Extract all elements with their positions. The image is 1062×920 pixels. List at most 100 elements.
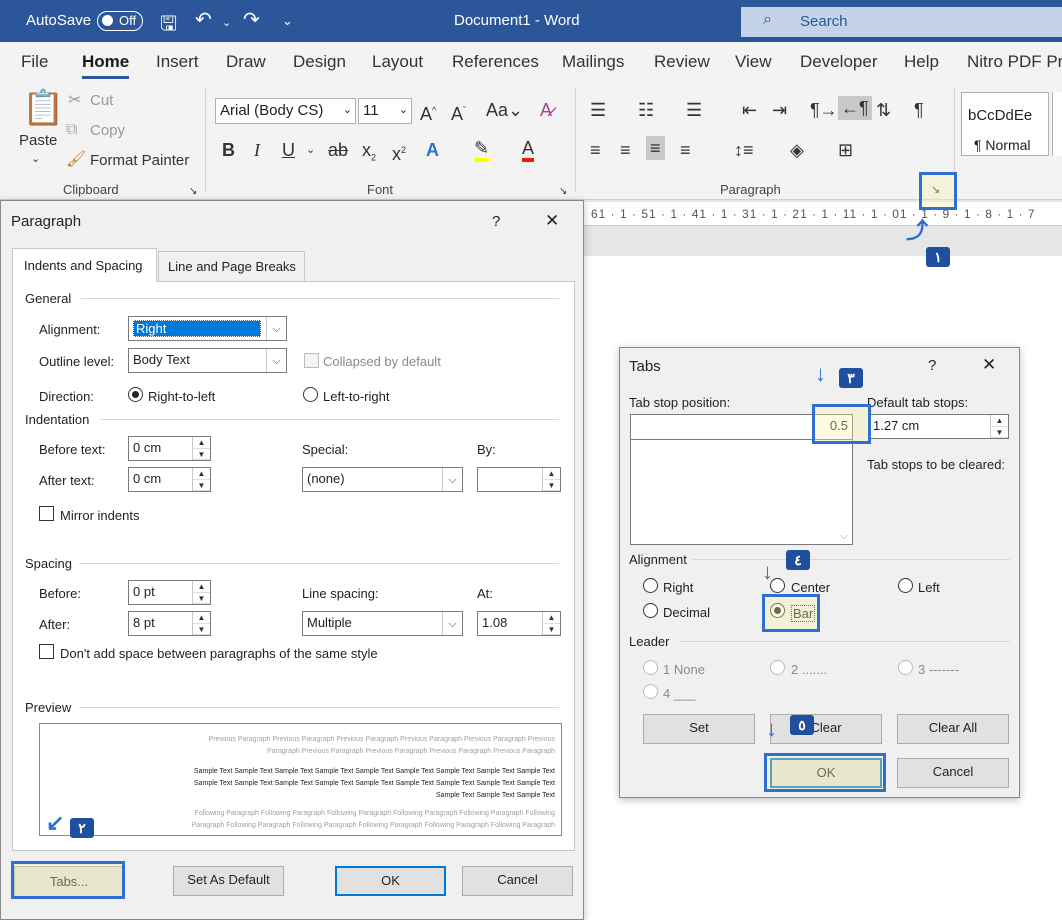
underline-icon[interactable]: U: [282, 140, 295, 160]
tab-stop-position-input[interactable]: 0.5: [630, 414, 853, 440]
close-icon[interactable]: ✕: [982, 355, 996, 375]
align-decimal-radio[interactable]: [643, 603, 658, 618]
sort-icon[interactable]: ⇅: [876, 100, 891, 120]
customize-toolbar-icon[interactable]: ⌄: [282, 13, 293, 29]
cancel-button[interactable]: Cancel: [462, 866, 573, 896]
spinner[interactable]: ▲ ▼: [192, 612, 210, 635]
line-spacing-icon[interactable]: ↕≡: [734, 140, 754, 160]
shading-icon[interactable]: ◈: [790, 140, 804, 160]
mirror-indents-checkbox[interactable]: [39, 506, 54, 521]
align-right-icon[interactable]: ≡: [646, 136, 665, 160]
tab-review[interactable]: Review: [654, 52, 710, 72]
clear-button[interactable]: Clear: [770, 714, 882, 744]
leader-dots-radio[interactable]: [770, 660, 785, 675]
rtl-direction-icon[interactable]: ←¶: [838, 96, 872, 120]
shrink-font-icon[interactable]: Aˇ: [451, 100, 466, 124]
tab-file[interactable]: File: [21, 52, 48, 72]
italic-icon[interactable]: I: [254, 140, 260, 160]
by-input[interactable]: ▲ ▼: [477, 467, 561, 492]
tab-help[interactable]: Help: [904, 52, 939, 72]
subscript-icon[interactable]: x2: [362, 140, 376, 168]
align-left-radio[interactable]: [898, 578, 913, 593]
style-normal-card[interactable]: bCcDdEe ¶ Normal: [961, 92, 1049, 156]
leader-none-radio[interactable]: [643, 660, 658, 675]
align-right-radio[interactable]: [643, 578, 658, 593]
borders-icon[interactable]: ⊞: [838, 140, 853, 160]
superscript-icon[interactable]: x2: [392, 140, 406, 164]
tab-nitro-pdf[interactable]: Nitro PDF Pr: [967, 52, 1062, 72]
font-name-combo[interactable]: Arial (Body CS) ⌄: [215, 98, 356, 124]
tab-stop-list[interactable]: ⌵: [630, 439, 853, 545]
bold-icon[interactable]: B: [222, 140, 235, 160]
tab-indents-spacing[interactable]: Indents and Spacing: [12, 248, 157, 282]
undo-icon[interactable]: ↶: [195, 7, 212, 32]
align-left-icon[interactable]: ≡: [590, 140, 601, 160]
copy-button[interactable]: Copy: [90, 122, 125, 139]
change-case-icon[interactable]: Aa⌄: [486, 100, 523, 120]
multilevel-list-icon[interactable]: ☰: [686, 100, 702, 120]
decrease-indent-icon[interactable]: ⇤: [742, 100, 757, 120]
spinner[interactable]: ▲ ▼: [542, 468, 560, 491]
tabs-cancel-button[interactable]: Cancel: [897, 758, 1009, 788]
paste-dropdown-icon[interactable]: ⌄: [31, 152, 40, 165]
rtl-radio[interactable]: [128, 387, 143, 402]
tab-design[interactable]: Design: [293, 52, 346, 72]
highlight-color-icon[interactable]: ✎: [474, 138, 490, 162]
paragraph-launcher-icon[interactable]: ↘: [931, 180, 940, 200]
before-text-input[interactable]: 0 cm ▲ ▼: [128, 436, 211, 461]
spinner[interactable]: ▲ ▼: [192, 581, 210, 604]
horizontal-ruler[interactable]: 61 · 1 · 51 · 1 · 41 · 1 · 31 · 1 · 21 ·…: [583, 202, 1062, 226]
set-as-default-button[interactable]: Set As Default: [173, 866, 284, 896]
text-effects-icon[interactable]: A: [426, 140, 439, 160]
bullets-icon[interactable]: ☰: [590, 100, 606, 120]
spinner[interactable]: ▲ ▼: [542, 612, 560, 635]
spinner[interactable]: ▲ ▼: [192, 468, 210, 491]
autosave-toggle[interactable]: Off: [97, 11, 143, 31]
clipboard-launcher-icon[interactable]: ↘: [189, 182, 197, 202]
spacing-after-input[interactable]: 8 pt ▲ ▼: [128, 611, 211, 636]
tab-layout[interactable]: Layout: [372, 52, 423, 72]
tab-view[interactable]: View: [735, 52, 772, 72]
font-launcher-icon[interactable]: ↘: [559, 182, 567, 202]
spinner[interactable]: ▲ ▼: [990, 415, 1008, 438]
clear-formatting-icon[interactable]: A̷: [540, 100, 552, 120]
show-formatting-icon[interactable]: ¶: [914, 100, 924, 120]
line-spacing-select[interactable]: Multiple ⌵: [302, 611, 463, 636]
ltr-direction-icon[interactable]: ¶→: [810, 100, 838, 120]
ok-button[interactable]: OK: [335, 866, 446, 896]
spinner[interactable]: ▲ ▼: [192, 437, 210, 460]
tab-home[interactable]: Home: [82, 52, 130, 79]
leader-dashes-radio[interactable]: [898, 660, 913, 675]
style-next-card[interactable]: [1052, 92, 1062, 156]
help-icon[interactable]: ?: [928, 357, 936, 374]
align-center-icon[interactable]: ≡: [620, 140, 631, 160]
after-text-input[interactable]: 0 cm ▲ ▼: [128, 467, 211, 492]
close-icon[interactable]: ✕: [545, 211, 559, 231]
set-button[interactable]: Set: [643, 714, 755, 744]
tab-mailings[interactable]: Mailings: [562, 52, 624, 72]
justify-icon[interactable]: ≡: [680, 140, 691, 160]
outline-level-select[interactable]: Body Text ⌵: [128, 348, 287, 373]
default-tab-stops-input[interactable]: 1.27 cm ▲ ▼: [868, 414, 1009, 439]
redo-icon[interactable]: ↷: [243, 7, 260, 32]
paste-icon[interactable]: 📋: [22, 90, 64, 126]
save-icon[interactable]: 🖫: [160, 9, 177, 43]
leader-underline-radio[interactable]: [643, 684, 658, 699]
strikethrough-icon[interactable]: ab: [328, 140, 348, 160]
font-color-icon[interactable]: A: [522, 138, 535, 162]
grow-font-icon[interactable]: A^: [420, 100, 436, 124]
tab-line-page-breaks[interactable]: Line and Page Breaks: [158, 251, 305, 281]
paste-button[interactable]: Paste: [19, 132, 57, 149]
font-size-combo[interactable]: 11 ⌄: [358, 98, 412, 124]
underline-dropdown-icon[interactable]: ⌄: [306, 140, 315, 160]
dont-add-space-checkbox[interactable]: [39, 644, 54, 659]
tab-insert[interactable]: Insert: [156, 52, 199, 72]
cut-button[interactable]: Cut: [90, 92, 113, 109]
search-box[interactable]: ⌕ Search: [741, 7, 1062, 37]
special-select[interactable]: (none) ⌵: [302, 467, 463, 492]
help-icon[interactable]: ?: [492, 213, 500, 230]
at-input[interactable]: 1.08 ▲ ▼: [477, 611, 561, 636]
spacing-before-input[interactable]: 0 pt ▲ ▼: [128, 580, 211, 605]
numbering-icon[interactable]: ☷: [638, 100, 654, 120]
tab-draw[interactable]: Draw: [226, 52, 266, 72]
